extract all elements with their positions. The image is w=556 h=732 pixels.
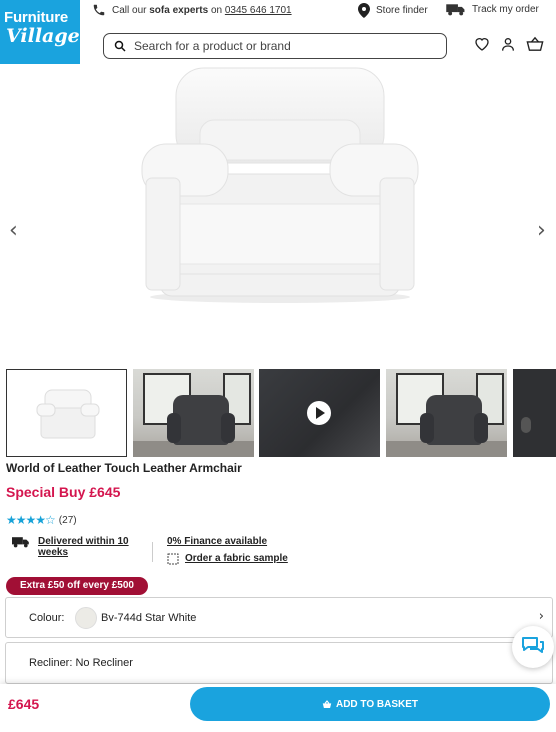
add-to-basket-button[interactable]: ADD TO BASKET bbox=[190, 687, 550, 721]
search-bar[interactable] bbox=[103, 33, 447, 59]
product-page: Furniture Village Call our sofa experts … bbox=[0, 0, 556, 732]
delivery-info[interactable]: Delivered within 10 weeks bbox=[12, 536, 129, 558]
sticky-footer: £645 ADD TO BASKET bbox=[0, 684, 556, 732]
promo-badge: Extra £50 off every £500 bbox=[6, 577, 148, 595]
call-experts[interactable]: Call our sofa experts on 0345 646 1701 bbox=[92, 3, 292, 17]
thumbnail-video[interactable] bbox=[259, 369, 380, 457]
delivery-line1: Delivered within 10 bbox=[38, 536, 129, 547]
recliner-button-detail bbox=[521, 417, 531, 433]
basket-icon bbox=[322, 699, 332, 708]
rating-stars-icon: ★★★★☆ bbox=[6, 513, 56, 527]
recliner-selector[interactable]: Recliner: No Recliner bbox=[5, 642, 553, 684]
product-rating[interactable]: ★★★★☆ (27) bbox=[6, 513, 77, 527]
logo[interactable]: Furniture Village bbox=[0, 0, 80, 64]
colour-selector[interactable]: Colour: Bv-744d Star White › bbox=[5, 597, 553, 638]
chat-button[interactable] bbox=[512, 626, 554, 668]
armchair-image bbox=[141, 67, 419, 303]
finance-link[interactable]: 0% Finance available bbox=[167, 536, 267, 547]
delivery-truck-icon bbox=[12, 537, 29, 548]
gallery-prev-arrow[interactable]: ‹ bbox=[9, 218, 18, 243]
fabric-sample[interactable]: Order a fabric sample bbox=[167, 553, 288, 565]
track-order-label: Track my order bbox=[472, 4, 539, 15]
call-experts-text: sofa experts bbox=[149, 4, 209, 16]
header-actions bbox=[474, 36, 544, 52]
thumbnail-2[interactable] bbox=[133, 369, 254, 457]
review-count: (27) bbox=[58, 514, 77, 526]
basket-icon[interactable] bbox=[526, 36, 544, 52]
product-main-image[interactable]: ‹ › bbox=[0, 64, 556, 364]
delivery-line2: weeks bbox=[38, 547, 69, 558]
thumbnail-1[interactable] bbox=[6, 369, 127, 457]
finance-info[interactable]: 0% Finance available bbox=[167, 536, 267, 547]
logo-line2: Village bbox=[6, 25, 80, 47]
phone-number[interactable]: 0345 646 1701 bbox=[225, 5, 292, 16]
wishlist-heart-icon[interactable] bbox=[474, 36, 490, 52]
track-order-link[interactable]: Track my order bbox=[446, 3, 539, 16]
store-finder-link[interactable]: Store finder bbox=[358, 3, 428, 18]
thumbnail-armchair-dark bbox=[420, 395, 488, 445]
thumbnail-strip bbox=[6, 369, 556, 457]
utility-bar: Call our sofa experts on 0345 646 1701 S… bbox=[80, 0, 556, 22]
logo-line1: Furniture bbox=[4, 9, 69, 26]
thumbnail-4[interactable] bbox=[386, 369, 507, 457]
recliner-label: Recliner: No Recliner bbox=[29, 657, 133, 669]
call-on: on bbox=[210, 4, 223, 16]
store-finder-label: Store finder bbox=[376, 5, 428, 16]
fabric-sample-link[interactable]: Order a fabric sample bbox=[185, 553, 288, 565]
search-icon bbox=[114, 40, 126, 52]
colour-label: Colour: bbox=[29, 612, 65, 624]
chevron-right-icon: › bbox=[538, 609, 544, 624]
search-input[interactable] bbox=[134, 39, 424, 53]
product-title: World of Leather Touch Leather Armchair bbox=[6, 461, 242, 475]
thumbnail-armchair-dark bbox=[167, 395, 235, 445]
info-divider bbox=[152, 542, 153, 562]
footer-price: £645 bbox=[8, 696, 40, 712]
location-pin-icon bbox=[358, 3, 370, 18]
add-to-basket-label: ADD TO BASKET bbox=[335, 698, 419, 710]
call-prefix: Call our bbox=[112, 4, 147, 16]
fabric-swatch-icon bbox=[167, 553, 179, 565]
chat-bubbles-icon bbox=[522, 637, 544, 653]
product-price: Special Buy £645 bbox=[6, 484, 121, 500]
delivery-truck-icon bbox=[446, 4, 465, 16]
phone-icon bbox=[93, 4, 105, 16]
colour-swatch bbox=[75, 607, 97, 629]
gallery-next-arrow[interactable]: › bbox=[537, 218, 546, 243]
delivery-link[interactable]: Delivered within 10 weeks bbox=[38, 536, 129, 558]
thumbnail-5[interactable] bbox=[513, 369, 556, 457]
thumbnail-armchair-white bbox=[36, 389, 100, 439]
play-icon[interactable] bbox=[307, 401, 331, 425]
account-user-icon[interactable] bbox=[500, 36, 516, 52]
colour-value: Bv-744d Star White bbox=[101, 612, 197, 624]
